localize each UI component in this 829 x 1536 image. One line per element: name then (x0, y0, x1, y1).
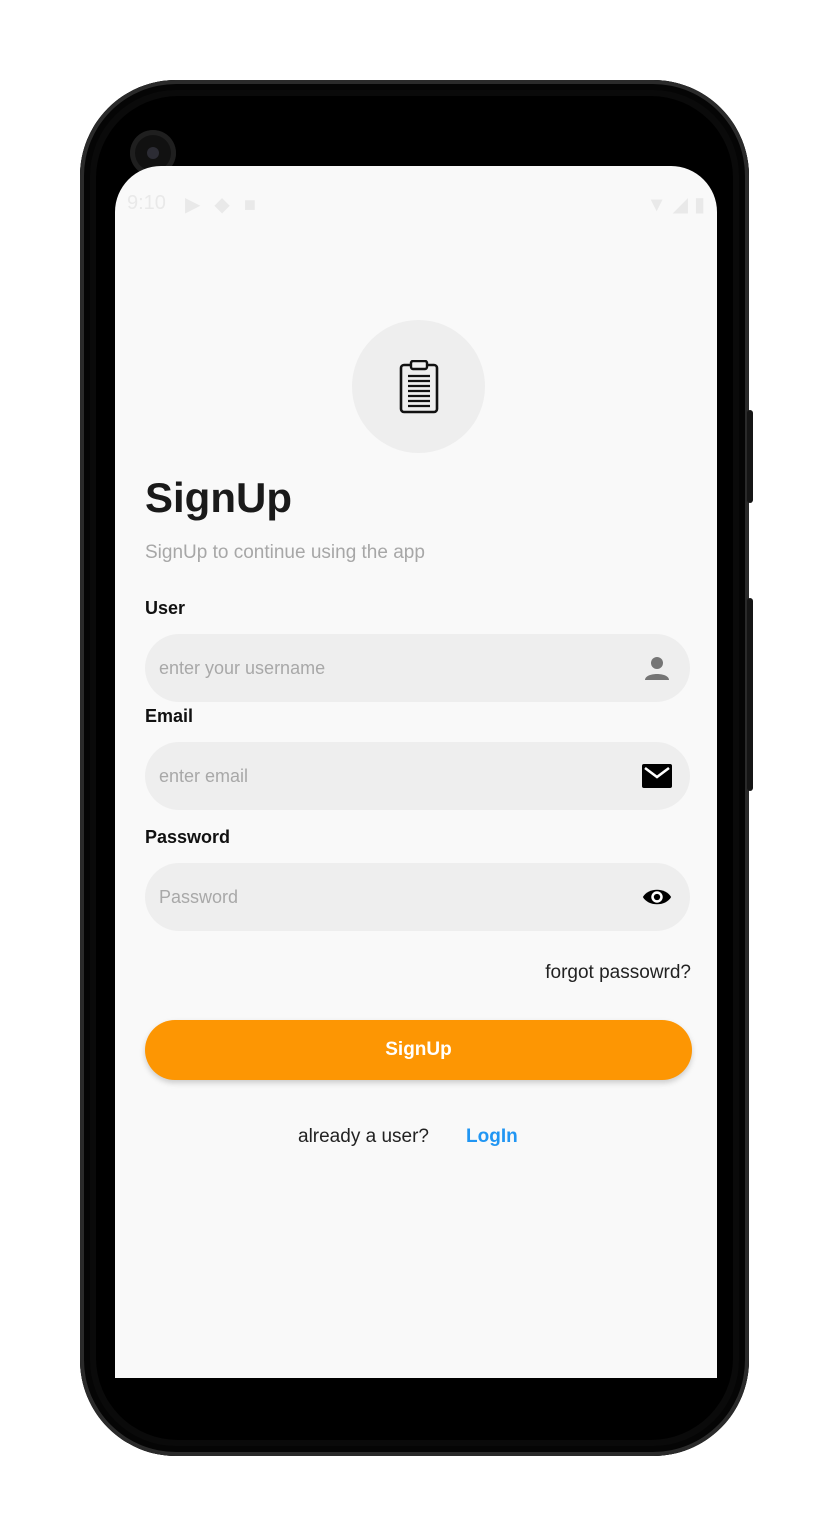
status-system-icons: ▼◢▮ (647, 192, 711, 217)
password-input[interactable] (159, 863, 619, 931)
person-icon (642, 654, 672, 682)
forgot-password-link[interactable]: forgot passowrd? (545, 962, 691, 984)
signup-button[interactable]: SignUp (145, 1020, 692, 1080)
volume-button (747, 598, 753, 791)
email-field (145, 742, 690, 810)
page-subtitle: SignUp to continue using the app (145, 542, 425, 563)
shield-icon: ◆ (214, 194, 244, 216)
status-time: 9:10 (127, 192, 166, 214)
wifi-icon: ▼ (646, 194, 673, 216)
logo-badge (352, 320, 485, 453)
email-input[interactable] (159, 742, 619, 810)
status-notification-icons: ▶◆■ (185, 192, 270, 217)
sd-card-icon: ■ (243, 194, 270, 216)
power-button (747, 410, 753, 503)
eye-icon[interactable] (642, 883, 672, 911)
login-link[interactable]: LogIn (466, 1126, 518, 1148)
username-field (145, 634, 690, 702)
battery-icon: ▮ (693, 194, 711, 216)
username-input[interactable] (159, 634, 619, 702)
cast-icon: ▶ (185, 194, 215, 216)
password-label: Password (145, 827, 231, 847)
already-user-text: already a user? (298, 1126, 429, 1147)
page-title: SignUp (145, 474, 292, 521)
email-label: Email (145, 706, 194, 726)
app-screen: 9:10 ▶◆■ ▼◢▮ SignUp SignUp to continue u… (115, 166, 717, 1378)
mail-icon (642, 762, 672, 790)
status-bar: 9:10 ▶◆■ ▼◢▮ (115, 166, 717, 242)
user-label: User (145, 598, 186, 618)
signal-icon: ◢ (672, 194, 694, 216)
clipboard-icon (399, 359, 438, 413)
password-field (145, 863, 690, 931)
